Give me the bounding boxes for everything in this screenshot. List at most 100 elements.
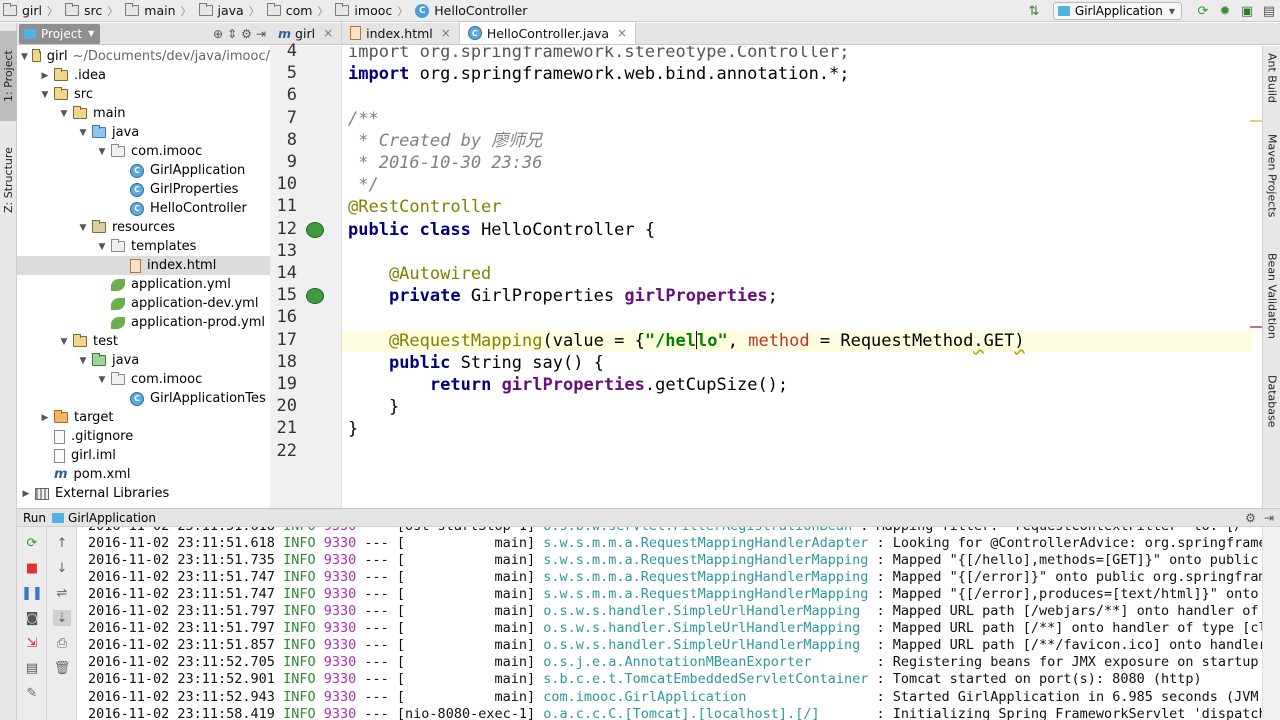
expanded-arrow-icon[interactable]: ▼ xyxy=(78,128,88,138)
tree-item[interactable]: ▶ External Libraries xyxy=(17,484,270,503)
close-icon[interactable]: × xyxy=(323,26,333,40)
print-icon[interactable]: ⎙ xyxy=(53,635,71,651)
close-icon[interactable]: × xyxy=(441,26,451,40)
breadcrumb-item-label: src xyxy=(84,3,103,18)
tree-item[interactable]: application-prod.yml xyxy=(17,313,270,332)
left-tool-strip: 1: Project Z: Structure xyxy=(0,23,17,720)
folder-icon xyxy=(3,3,17,16)
editor-tab[interactable]: C HelloController.java × xyxy=(459,22,637,44)
error-stripe-mark[interactable] xyxy=(1250,326,1262,328)
rerun-icon[interactable]: ⟳ xyxy=(1194,2,1212,20)
coverage-icon[interactable]: ▣ xyxy=(1238,2,1256,20)
tab-maven-projects[interactable]: Maven Projects xyxy=(1263,126,1280,226)
tree-item[interactable]: .gitignore xyxy=(17,427,270,446)
tree-item[interactable]: ▼ java xyxy=(17,123,270,142)
breadcrumb-item[interactable]: com 〉 xyxy=(264,0,333,22)
hide-icon[interactable]: ⇥ xyxy=(256,27,266,41)
tree-item[interactable]: ▼ templates xyxy=(17,237,270,256)
collapsed-arrow-icon[interactable]: ▶ xyxy=(40,413,50,423)
editor-tab-label: index.html xyxy=(366,25,433,41)
tree-item[interactable]: ▼ main xyxy=(17,104,270,123)
tree-item[interactable]: ▼ test xyxy=(17,332,270,351)
tree-item[interactable]: index.html xyxy=(17,256,270,275)
tree-item[interactable]: ▼ src xyxy=(17,85,270,104)
code-token: @RestController xyxy=(348,197,502,218)
pause-icon[interactable]: ❚❚ xyxy=(21,585,43,601)
expanded-arrow-icon[interactable]: ▼ xyxy=(78,356,88,366)
run-console[interactable]: 2016-11-02 23:11:51.618 INFO 9330 --- [o… xyxy=(78,527,1262,720)
tree-item[interactable]: ▶ target xyxy=(17,408,270,427)
arrow-up-icon[interactable]: ↑ xyxy=(53,535,71,551)
camera-icon[interactable]: ◙ xyxy=(23,610,41,626)
tab-project[interactable]: 1: Project xyxy=(0,31,17,121)
breadcrumb-item[interactable]: imooc 〉 xyxy=(332,0,412,22)
run-app-tab[interactable]: GirlApplication xyxy=(52,511,156,525)
breadcrumb-item[interactable]: src 〉 xyxy=(62,0,122,22)
breadcrumb-item[interactable]: main 〉 xyxy=(122,0,195,22)
stop-icon[interactable]: ■ xyxy=(23,560,41,576)
scroll-to-end-icon[interactable]: ⇣ xyxy=(53,610,71,626)
gear-icon[interactable]: ⚙ xyxy=(241,27,252,41)
run-tab-label[interactable]: Run xyxy=(23,511,46,525)
tree-item[interactable]: application-dev.yml xyxy=(17,294,270,313)
code-token: @RequestMapping xyxy=(348,330,543,351)
spring-bean-icon[interactable] xyxy=(306,288,324,305)
expanded-arrow-icon[interactable]: ▼ xyxy=(21,52,28,62)
collapsed-arrow-icon[interactable]: ▶ xyxy=(21,489,31,499)
breadcrumb-file[interactable]: C HelloController xyxy=(412,0,531,22)
warning-stripe-mark[interactable] xyxy=(1250,120,1262,122)
profile-icon[interactable]: ▤ xyxy=(1260,2,1278,20)
tree-item[interactable]: C GirlProperties xyxy=(17,180,270,199)
log-pid: 9330 xyxy=(323,620,357,637)
code-line: } xyxy=(348,396,399,418)
layout-icon[interactable]: ▤ xyxy=(23,660,41,676)
code-editor[interactable]: import org.springframework.stereotype.Co… xyxy=(342,46,1262,508)
breadcrumb-item[interactable]: girl 〉 xyxy=(0,0,62,22)
editor-tab[interactable]: index.html × xyxy=(342,22,460,44)
hide-icon[interactable]: ⇥ xyxy=(1264,511,1274,525)
spring-bean-icon[interactable] xyxy=(306,221,324,238)
tree-item[interactable]: C HelloController xyxy=(17,199,270,218)
tree-item[interactable]: ▼ java xyxy=(17,351,270,370)
expanded-arrow-icon[interactable]: ▼ xyxy=(59,109,69,119)
tree-item[interactable]: girl.iml xyxy=(17,446,270,465)
console-scrollbar[interactable] xyxy=(1262,527,1280,720)
expanded-arrow-icon[interactable]: ▼ xyxy=(97,147,107,157)
tab-ant-build[interactable]: Ant Build xyxy=(1263,50,1280,106)
expanded-arrow-icon[interactable]: ▼ xyxy=(59,337,69,347)
pin-icon[interactable]: ✎ xyxy=(23,685,41,701)
exit-icon[interactable]: ⇲ xyxy=(23,635,41,651)
tree-item[interactable]: C GirlApplicationTes xyxy=(17,389,270,408)
tab-database[interactable]: Database xyxy=(1263,366,1280,436)
trash-icon[interactable]: 🗑 xyxy=(53,660,71,676)
gear-icon[interactable]: ⚙ xyxy=(1245,511,1256,525)
rerun-icon[interactable]: ⟳ xyxy=(23,535,41,551)
tree-item[interactable]: m pom.xml xyxy=(17,465,270,484)
tab-maven-projects-label: Maven Projects xyxy=(1265,134,1279,218)
tab-structure[interactable]: Z: Structure xyxy=(0,135,17,225)
expanded-arrow-icon[interactable]: ▼ xyxy=(97,242,107,252)
run-config-select[interactable]: GirlApplication ▼ xyxy=(1052,2,1182,20)
expanded-arrow-icon[interactable]: ▼ xyxy=(78,223,88,233)
debug-icon[interactable]: ✹ xyxy=(1216,2,1234,20)
collapsed-arrow-icon[interactable]: ▶ xyxy=(40,71,50,81)
close-icon[interactable]: × xyxy=(617,26,627,40)
tab-bean-validation[interactable]: Bean Validation xyxy=(1263,246,1280,346)
tree-item[interactable]: C GirlApplication xyxy=(17,161,270,180)
tree-item[interactable]: ▶ .idea xyxy=(17,66,270,85)
collapse-all-icon[interactable]: ⇕ xyxy=(227,27,237,41)
vcs-icon[interactable]: ⇅ xyxy=(1025,2,1043,20)
tree-item[interactable]: application.yml xyxy=(17,275,270,294)
expanded-arrow-icon[interactable]: ▼ xyxy=(97,375,107,385)
breadcrumb-item[interactable]: java 〉 xyxy=(196,0,264,22)
project-view-select[interactable]: Project ▼ xyxy=(19,23,101,44)
soft-wrap-icon[interactable]: ⇌ xyxy=(53,585,71,601)
breadcrumb-item-label: imooc xyxy=(354,3,393,18)
tree-item[interactable]: ▼ com.imooc xyxy=(17,370,270,389)
scroll-from-source-icon[interactable]: ⊕ xyxy=(213,27,223,41)
arrow-down-icon[interactable]: ↓ xyxy=(53,560,71,576)
expanded-arrow-icon[interactable]: ▼ xyxy=(40,90,50,100)
tree-item[interactable]: ▼ resources xyxy=(17,218,270,237)
tree-item[interactable]: ▼ com.imooc xyxy=(17,142,270,161)
tree-item[interactable]: ▼ girl ~/Documents/dev/java/imooc/ xyxy=(17,47,270,66)
